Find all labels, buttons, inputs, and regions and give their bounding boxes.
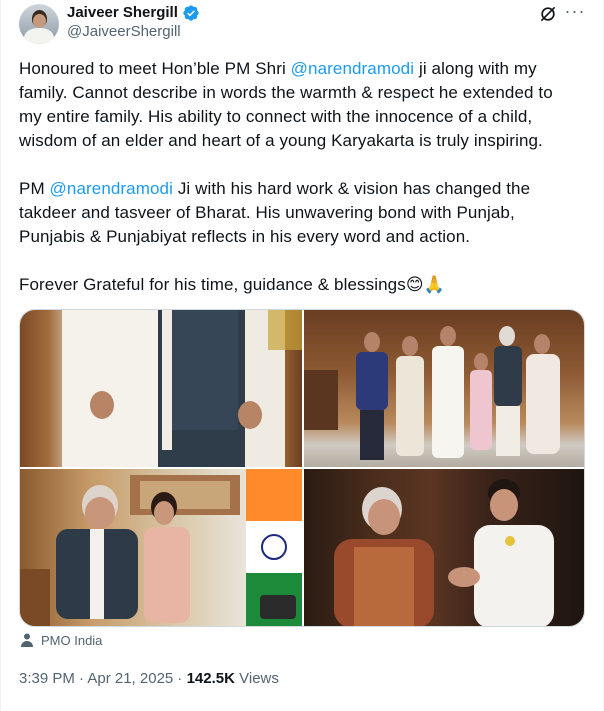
- tweet-line: PM @narendramodi Ji with his hard work &…: [19, 177, 589, 201]
- photo-two-men-illustration: [62, 310, 302, 467]
- photo-two-men-standing[interactable]: [20, 310, 302, 467]
- text-segment: Ji with his hard work & vision has chang…: [173, 179, 531, 198]
- tweet-line: Forever Grateful for his time, guidance …: [19, 273, 589, 297]
- photo-handshake-illustration: [334, 479, 554, 626]
- author-display-name[interactable]: Jaiveer Shergill: [67, 4, 178, 22]
- timestamp-link[interactable]: 3:39 PM · Apr 21, 2025 ·: [19, 670, 187, 687]
- text-segment: Forever Grateful for his time, guidance …: [19, 275, 406, 294]
- views-label: Views: [234, 670, 279, 687]
- avatar-face: [33, 14, 46, 28]
- avatar-body: [24, 28, 54, 44]
- tweet-line: family. Cannot describe in words the war…: [19, 83, 553, 102]
- more-options-icon[interactable]: ···: [564, 0, 586, 22]
- author-avatar[interactable]: [19, 4, 59, 44]
- tweet-card: Jaiveer Shergill @JaiveerShergill ··· Ho…: [0, 0, 604, 711]
- photo-child-with-pm[interactable]: [20, 469, 302, 626]
- location-label[interactable]: PMO India: [41, 633, 102, 648]
- photo-handshake[interactable]: [304, 469, 584, 626]
- tweet-metadata: 3:39 PM · Apr 21, 2025 · 142.5K Views: [19, 670, 279, 687]
- text-segment: Honoured to meet Hon’ble PM Shri: [19, 59, 291, 78]
- author-name-row[interactable]: Jaiveer Shergill: [67, 4, 200, 22]
- views-count: 142.5K: [186, 670, 235, 687]
- photo-family-group[interactable]: [304, 310, 584, 467]
- photo-child-pm-illustration: [20, 469, 302, 626]
- mention-link[interactable]: @narendramodi: [50, 179, 173, 198]
- tweet-line: takdeer and tasveer of Bharat. His unwav…: [19, 203, 515, 222]
- tweet-line: wisdom of an elder and heart of a young …: [19, 131, 543, 150]
- tweet-text: Honoured to meet Hon’ble PM Shri @narend…: [19, 57, 589, 297]
- person-icon: [21, 633, 33, 647]
- verified-badge-icon: [183, 5, 199, 21]
- tweet-line: my entire family. His ability to connect…: [19, 107, 533, 126]
- author-handle[interactable]: @JaiveerShergill: [67, 23, 181, 40]
- location-tag[interactable]: PMO India: [19, 632, 102, 648]
- tweet-line: Punjabis & Punjabiyat reflects in his ev…: [19, 227, 471, 246]
- text-segment: PM: [19, 179, 50, 198]
- media-grid: [19, 309, 585, 627]
- mention-link[interactable]: @narendramodi: [291, 59, 414, 78]
- photo-family-illustration: [304, 326, 560, 460]
- text-segment: ji along with my: [414, 59, 537, 78]
- smiling-face-emoji-icon: 😊: [405, 275, 424, 294]
- folded-hands-emoji-icon: 🙏: [423, 275, 445, 294]
- grok-icon[interactable]: [538, 4, 558, 24]
- tweet-line: Honoured to meet Hon’ble PM Shri @narend…: [19, 57, 589, 81]
